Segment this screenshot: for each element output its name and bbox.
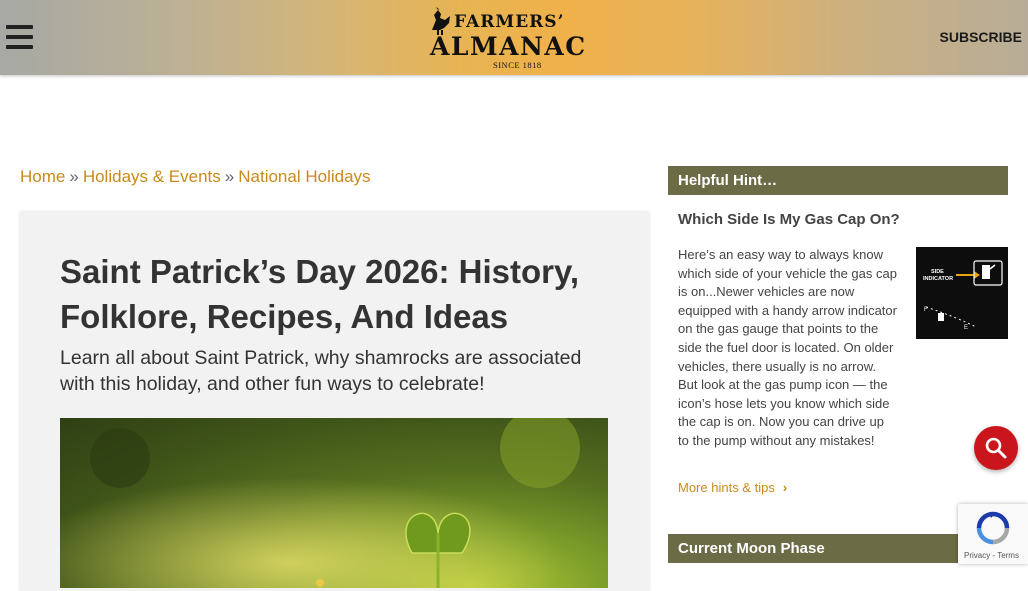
chevron-right-icon: › — [782, 480, 788, 495]
hint-text: Here’s an easy way to always know which … — [678, 247, 897, 448]
hero-image-shamrock — [60, 418, 608, 588]
breadcrumb-separator: » — [224, 167, 235, 186]
breadcrumb-holidays-events[interactable]: Holidays & Events — [83, 167, 221, 186]
svg-text:SIDE: SIDE — [931, 269, 944, 275]
farmers-almanac-logo[interactable]: FARMERS’ ALMANAC SINCE 1818 — [426, 6, 602, 70]
shamrock-icon — [60, 418, 608, 588]
moon-phase-heading: Current Moon Phase — [668, 534, 1008, 563]
recaptcha-badge[interactable]: Privacy - Terms — [958, 504, 1028, 564]
gas-gauge-image: SIDE INDICATOR F E — [916, 247, 1008, 339]
article-title: Saint Patrick’s Day 2026: History, Folkl… — [60, 253, 580, 335]
helpful-hint-heading: Helpful Hint… — [668, 166, 1008, 195]
more-hints-label: More hints & tips — [678, 480, 775, 495]
svg-text:INDICATOR: INDICATOR — [923, 276, 953, 282]
hint-title[interactable]: Which Side Is My Gas Cap On? — [678, 211, 900, 228]
recaptcha-icon — [976, 511, 1010, 545]
article-subtitle: Learn all about Saint Patrick, why shamr… — [60, 347, 582, 395]
logo-line-farmers: FARMERS’ — [454, 12, 565, 32]
recaptcha-links[interactable]: Privacy - Terms — [964, 551, 1019, 560]
more-hints-link[interactable]: More hints & tips › — [678, 480, 787, 495]
logo-line-almanac: ALMANAC — [430, 32, 587, 61]
breadcrumb: Home» Holidays & Events» National Holidays — [20, 167, 371, 187]
search-icon — [985, 437, 1007, 459]
logo-line-since: SINCE 1818 — [493, 60, 542, 70]
subscribe-link[interactable]: SUBSCRIBE — [940, 29, 1022, 45]
breadcrumb-home[interactable]: Home — [20, 167, 65, 186]
hamburger-menu-icon[interactable] — [6, 25, 33, 49]
search-button[interactable] — [974, 426, 1018, 470]
breadcrumb-national-holidays[interactable]: National Holidays — [238, 167, 370, 186]
svg-text:E: E — [964, 325, 968, 331]
breadcrumb-separator: » — [69, 167, 79, 186]
fuel-gauge-icon: SIDE INDICATOR F E — [923, 260, 1003, 331]
svg-text:F: F — [924, 307, 928, 313]
site-header: FARMERS’ ALMANAC SINCE 1818 SUBSCRIBE — [0, 0, 1028, 75]
